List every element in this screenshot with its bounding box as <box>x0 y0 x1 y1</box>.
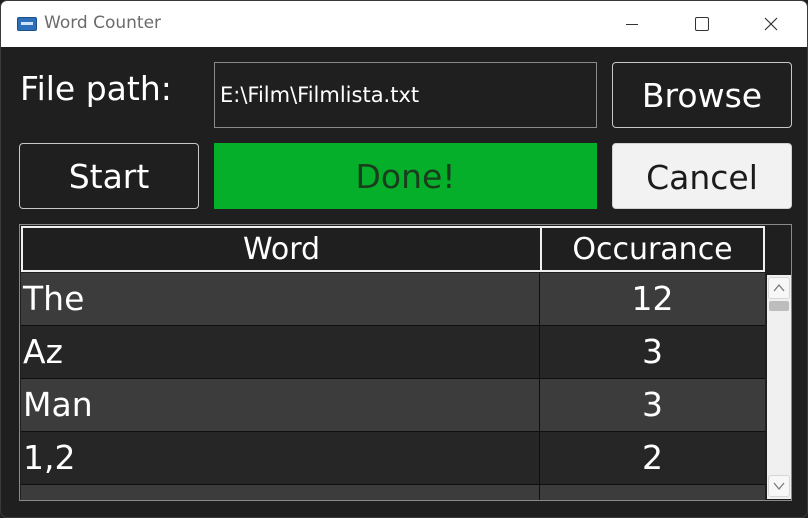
window-title: Word Counter <box>44 13 162 33</box>
filepath-label: File path: <box>20 69 172 108</box>
cell-word: Man <box>21 379 540 431</box>
cell-occurance: 3 <box>642 332 663 371</box>
chevron-down-icon <box>773 482 785 491</box>
chevron-up-icon <box>773 283 785 292</box>
table-row[interactable]: Az 3 <box>21 326 765 379</box>
table-row[interactable]: 1,2 2 <box>21 432 765 485</box>
column-header-occurance[interactable]: Occurance <box>540 226 765 272</box>
title-bar[interactable]: Word Counter <box>1 1 807 47</box>
cell-word: Az <box>21 326 540 378</box>
grid-rows: The 12 Az 3 Man 3 1,2 2 <box>21 273 765 500</box>
cell-occurance: 2 <box>642 438 663 477</box>
filepath-input[interactable] <box>214 62 597 128</box>
scroll-up-button[interactable] <box>768 277 790 299</box>
minimize-button[interactable] <box>597 1 667 47</box>
app-icon <box>17 17 37 31</box>
status-indicator: Done! <box>214 143 597 209</box>
column-header-word[interactable]: Word <box>21 226 542 272</box>
browse-button[interactable]: Browse <box>612 62 792 128</box>
table-row[interactable]: The 12 <box>21 273 765 326</box>
grid-header: Word Occurance <box>21 226 765 273</box>
cell-occurance: 12 <box>631 279 674 318</box>
cell-word <box>21 485 540 500</box>
table-row[interactable]: Man 3 <box>21 379 765 432</box>
close-icon <box>764 17 778 31</box>
scroll-down-button[interactable] <box>768 475 790 497</box>
close-button[interactable] <box>737 1 807 47</box>
cell-occurance: 3 <box>642 385 663 424</box>
table-row[interactable] <box>21 485 765 500</box>
word-count-grid: Word Occurance The 12 Az 3 Man 3 1,2 2 <box>19 224 792 501</box>
cancel-button[interactable]: Cancel <box>612 143 792 209</box>
app-window: Word Counter File path: Browse Start Don… <box>0 0 808 518</box>
start-button[interactable]: Start <box>19 143 199 209</box>
maximize-button[interactable] <box>667 1 737 47</box>
cell-occurance <box>540 485 765 500</box>
vertical-scrollbar[interactable] <box>767 275 791 499</box>
scroll-thumb[interactable] <box>769 301 789 311</box>
cell-word: The <box>21 273 540 325</box>
cell-word: 1,2 <box>21 432 540 484</box>
